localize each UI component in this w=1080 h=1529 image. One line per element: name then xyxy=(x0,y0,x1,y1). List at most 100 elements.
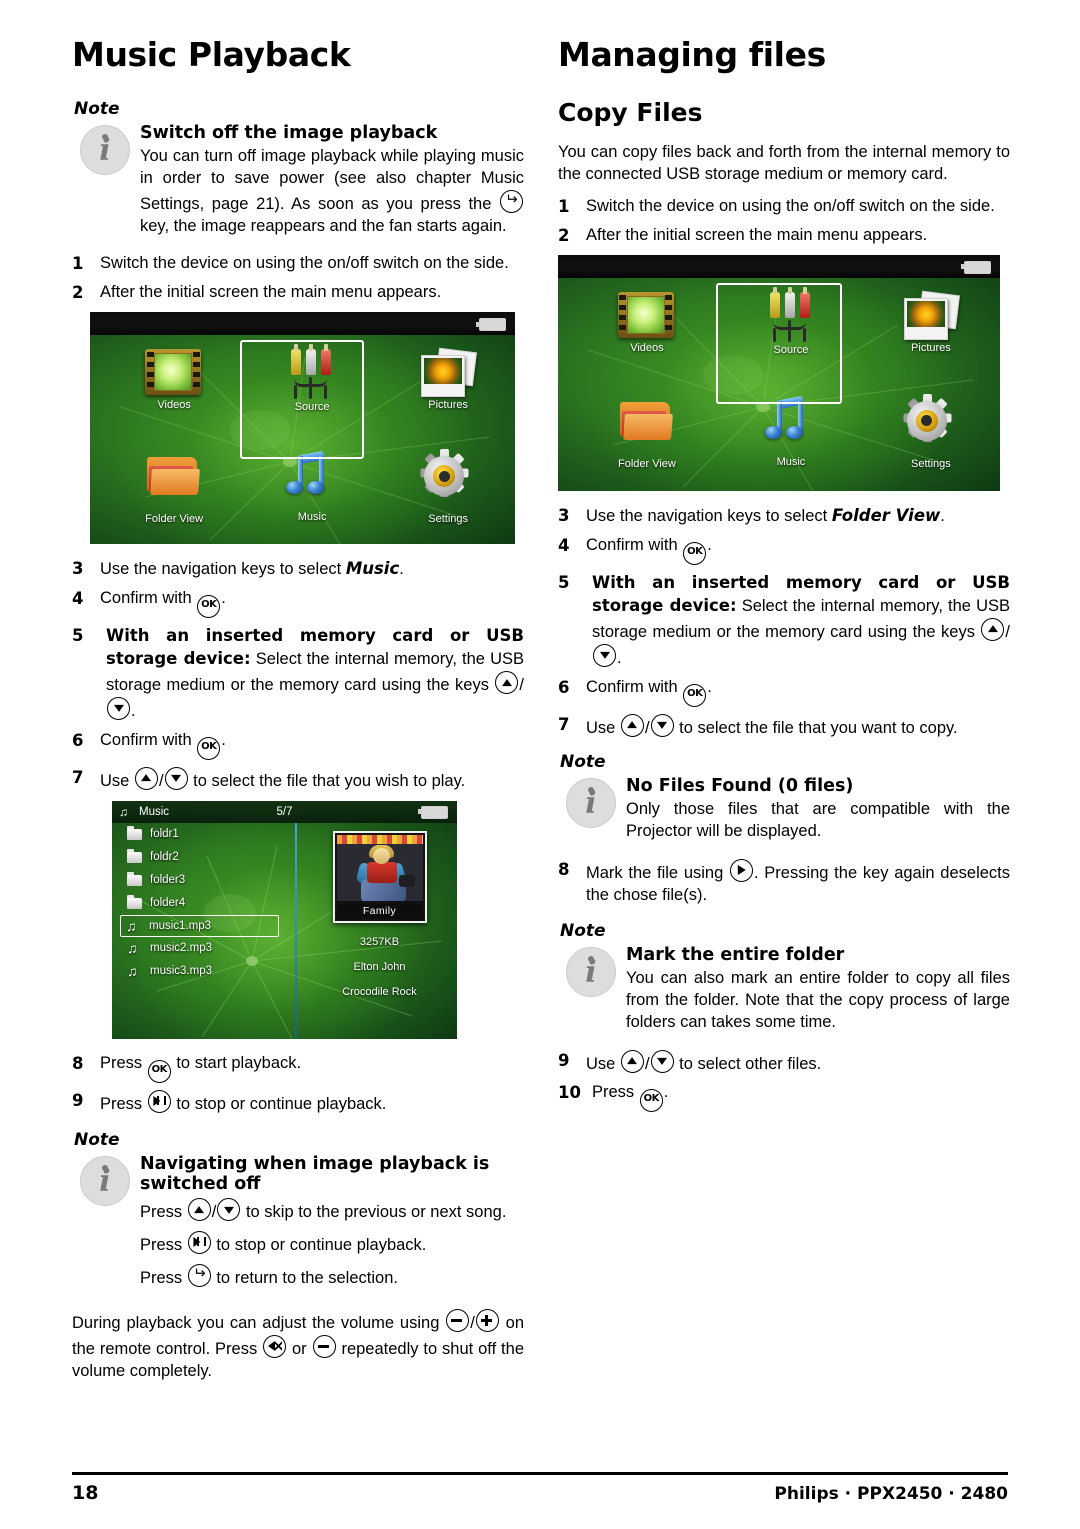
ok-key-icon: OK xyxy=(197,595,221,619)
step-text: Confirm with xyxy=(100,589,197,608)
menu-item-folder-view[interactable]: Folder View xyxy=(574,398,720,470)
play-pause-key-icon xyxy=(147,1089,171,1113)
menu-item-music[interactable]: Music xyxy=(718,395,864,468)
main-menu-screenshot-left: Videos Source Pictures Folder View Music… xyxy=(90,312,515,545)
step-number: 3 xyxy=(72,559,84,579)
paragraph-part-c: or xyxy=(287,1340,312,1359)
step-6: 6 Confirm with OK. xyxy=(72,730,524,760)
up-key-icon xyxy=(620,1049,644,1073)
track-title: Crocodile Rock xyxy=(342,985,417,998)
note-text-pre: Press xyxy=(140,1268,187,1287)
step-text-tail: . xyxy=(131,701,136,720)
step-8: 8 Press OK to start playback. xyxy=(72,1053,524,1083)
step-text-tail: . xyxy=(399,560,404,579)
file-list: foldr1 foldr2 folder3 folder4 ♫ music1.mp… xyxy=(112,823,295,1039)
step-text: Switch the device on using the on/off sw… xyxy=(586,197,995,216)
photos-icon xyxy=(419,348,478,398)
list-item-selected[interactable]: ♫ music1.mp3 xyxy=(120,914,279,937)
note-switch-off-image-playback: Switch off the image playback You can tu… xyxy=(72,123,524,238)
footer-divider xyxy=(72,1472,1008,1475)
note-navigating-image-playback-off: Navigating when image playback is switch… xyxy=(72,1154,524,1290)
gear-icon xyxy=(902,393,960,446)
album-cover-image xyxy=(336,834,423,901)
folder-icon xyxy=(618,398,676,446)
note-text-post: to stop or continue playback. xyxy=(211,1235,427,1254)
step-number: 7 xyxy=(72,767,84,787)
ok-key-icon: OK xyxy=(147,1059,171,1083)
note-body: You can also mark an entire folder to co… xyxy=(626,969,1010,1031)
main-menu-screenshot-right: Videos Source Pictures Folder View Music… xyxy=(558,254,1000,491)
step-7: 7 Use / to select the file that you want … xyxy=(558,713,1010,740)
status-bar xyxy=(90,312,515,336)
manual-page: Music Playback Note Switch off the image… xyxy=(0,0,1080,1529)
menu-item-folder-view[interactable]: Folder View xyxy=(104,453,244,525)
menu-item-videos[interactable]: Videos xyxy=(104,349,244,411)
step-3: 3 Use the navigation keys to select Music… xyxy=(72,558,524,581)
list-item-label: foldr2 xyxy=(150,850,179,863)
up-key-icon xyxy=(495,671,519,695)
note-body-line-1: Press / to skip to the previous or next … xyxy=(140,1198,524,1224)
step-2: 2 After the initial screen the main menu … xyxy=(558,225,1010,247)
menu-item-pictures[interactable]: Pictures xyxy=(378,348,515,411)
step-text: Press xyxy=(592,1083,639,1102)
step-number: 9 xyxy=(558,1050,570,1070)
step-number: 2 xyxy=(558,225,570,245)
list-item[interactable]: foldr2 xyxy=(122,846,295,869)
step-number: 1 xyxy=(72,254,84,274)
step-emphasis: Music xyxy=(345,559,400,579)
note-body: Only those files that are compatible wit… xyxy=(626,800,1010,840)
return-key-icon xyxy=(499,189,523,213)
mute-key-icon xyxy=(263,1335,287,1359)
step-number: 7 xyxy=(558,714,570,734)
menu-item-settings[interactable]: Settings xyxy=(858,393,1000,470)
step-number: 5 xyxy=(558,572,570,592)
step-text: Use the navigation keys to select xyxy=(100,560,346,579)
file-size: 3257KB xyxy=(359,935,400,948)
list-item[interactable]: folder3 xyxy=(122,869,295,892)
step-number: 8 xyxy=(558,859,570,879)
menu-item-music[interactable]: Music xyxy=(242,450,382,523)
note-title: Switch off the image playback xyxy=(140,122,438,143)
step-number: 8 xyxy=(72,1053,84,1073)
menu-label: Pictures xyxy=(911,341,951,354)
key-separator: / xyxy=(519,676,524,695)
step-text: Confirm with xyxy=(586,677,683,696)
play-pause-key-icon xyxy=(187,1230,211,1254)
list-item-label: folder3 xyxy=(150,873,186,886)
list-item[interactable]: foldr1 xyxy=(122,823,295,846)
step-9: 9 Press to stop or continue playback. xyxy=(72,1089,524,1116)
left-column: Music Playback Note Switch off the image… xyxy=(72,35,524,1393)
step-number: 4 xyxy=(72,589,84,609)
list-item[interactable]: folder4 xyxy=(122,892,295,915)
step-6: 6 Confirm with OK. xyxy=(558,677,1010,707)
footer-model-name: Philips · PPX2450 · 2480 xyxy=(774,1484,1008,1504)
list-item[interactable]: ♫ music3.mp3 xyxy=(122,960,295,983)
step-text-tail: . xyxy=(707,677,712,696)
up-key-icon xyxy=(134,766,158,790)
page-title-music-playback: Music Playback xyxy=(72,35,351,74)
step-text: Use the navigation keys to select xyxy=(586,506,832,525)
info-icon xyxy=(80,124,130,175)
step-1: 1 Switch the device on using the on/off s… xyxy=(72,253,524,275)
menu-item-settings[interactable]: Settings xyxy=(378,449,515,525)
step-number: 5 xyxy=(72,626,84,646)
note-body: You can turn off image playback while pl… xyxy=(140,146,524,237)
step-text: Switch the device on using the on/off sw… xyxy=(100,254,509,273)
menu-item-videos[interactable]: Videos xyxy=(574,291,720,354)
list-item-label: music3.mp3 xyxy=(150,964,212,977)
scrollbar[interactable] xyxy=(295,822,297,1039)
list-item[interactable]: ♫ music2.mp3 xyxy=(122,937,295,960)
step-number: 10 xyxy=(558,1083,581,1103)
info-icon xyxy=(566,777,616,828)
step-7: 7 Use / to select the file that you wish … xyxy=(72,766,524,793)
photos-icon xyxy=(902,290,960,340)
copy-files-steps-3: 8 Mark the file using . Pressing the key … xyxy=(558,858,1010,907)
note-text-post: to skip to the previous or next song. xyxy=(241,1203,507,1222)
step-10: 10 Press OK. xyxy=(558,1082,1010,1113)
browser-header: ♫ Music 5/7 xyxy=(112,800,457,823)
menu-item-pictures[interactable]: Pictures xyxy=(858,290,1000,354)
note-text-pre: Press xyxy=(140,1203,187,1222)
music-browser-screenshot: ♫ Music 5/7 foldr1 foldr2 folder3 folder… xyxy=(112,800,457,1039)
note-label: Note xyxy=(560,920,606,941)
note-title: Navigating when image playback is switch… xyxy=(140,1153,490,1195)
